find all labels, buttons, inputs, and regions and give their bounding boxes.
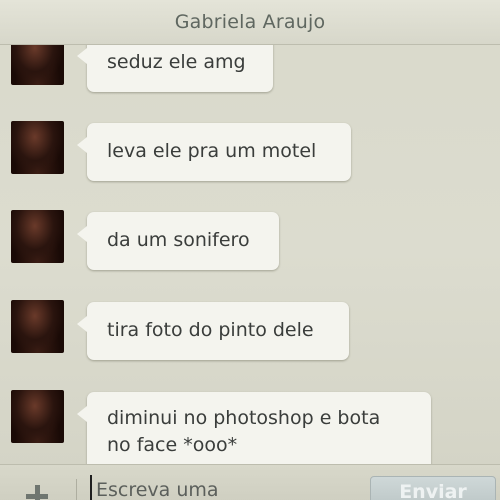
message-composer: Enviar: [0, 464, 500, 500]
message-input[interactable]: [90, 475, 356, 500]
message-bubble[interactable]: tira foto do pinto dele: [77, 302, 349, 360]
avatar[interactable]: [11, 121, 64, 174]
message-text: da um sonifero: [107, 229, 250, 251]
contact-name[interactable]: Gabriela Araujo: [175, 11, 326, 33]
message-text: leva ele pra um motel: [107, 140, 317, 162]
composer-divider: [76, 479, 77, 500]
avatar[interactable]: [11, 300, 64, 353]
send-button[interactable]: Enviar: [370, 476, 496, 500]
message-text: seduz ele amg: [107, 51, 246, 73]
message-text: tira foto do pinto dele: [107, 319, 314, 341]
avatar[interactable]: [11, 390, 64, 443]
message-list[interactable]: seduz ele amg leva ele pra um motel da u…: [0, 0, 500, 500]
chat-screen: seduz ele amg leva ele pra um motel da u…: [0, 0, 500, 500]
chat-header: Gabriela Araujo: [0, 0, 500, 45]
message-bubble[interactable]: diminui no photoshop e bota no face *ooo…: [77, 392, 431, 472]
message-bubble[interactable]: da um sonifero: [77, 212, 279, 270]
message-text: diminui no photoshop e bota no face *ooo…: [107, 407, 381, 456]
message-bubble[interactable]: leva ele pra um motel: [77, 123, 351, 181]
plus-icon[interactable]: [22, 481, 52, 500]
avatar[interactable]: [11, 210, 64, 263]
